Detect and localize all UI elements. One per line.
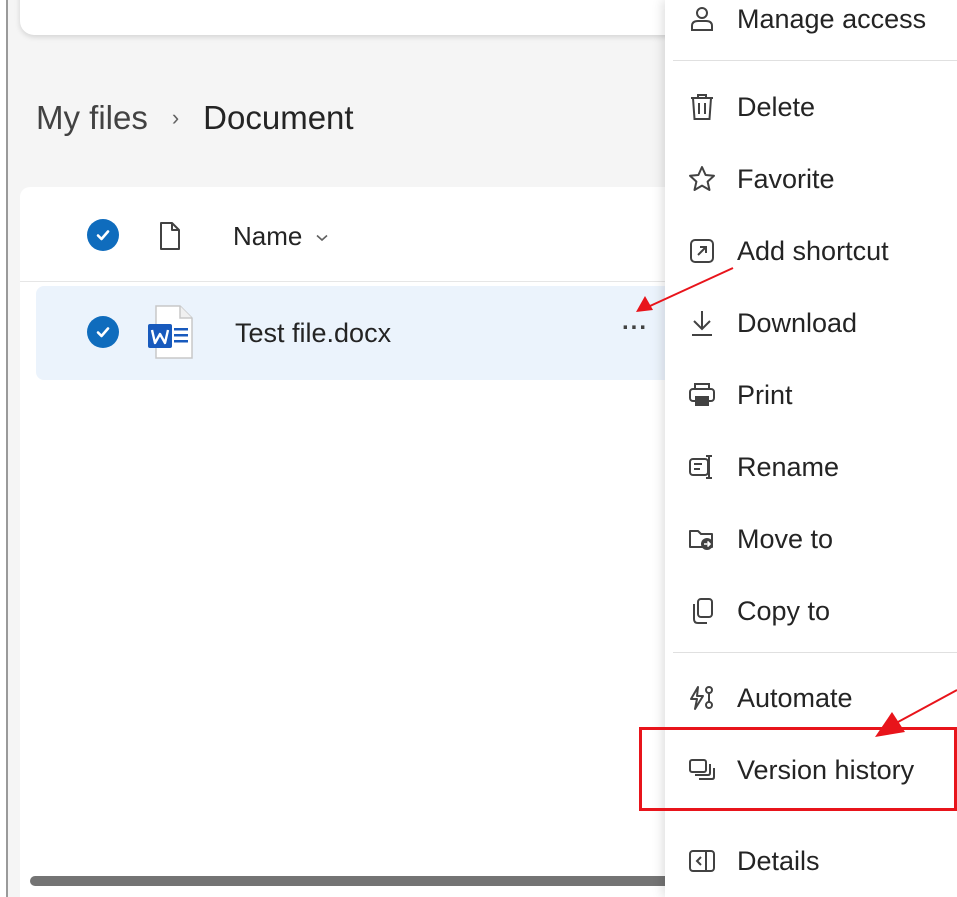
more-actions-button[interactable]: ... xyxy=(622,308,648,336)
word-document-icon xyxy=(148,304,194,365)
menu-label-favorite: Favorite xyxy=(737,163,835,194)
breadcrumb-my-files[interactable]: My files xyxy=(36,96,148,140)
menu-item-details[interactable]: Details xyxy=(665,830,957,892)
menu-label-delete: Delete xyxy=(737,91,816,122)
name-column-header[interactable]: Name xyxy=(233,221,328,252)
menu-label-manage-access: Manage access xyxy=(737,3,927,34)
menu-item-print[interactable]: Print xyxy=(665,364,957,426)
menu-item-favorite[interactable]: Favorite xyxy=(665,148,957,210)
menu-label-details: Details xyxy=(737,845,820,876)
horizontal-scrollbar[interactable] xyxy=(30,876,680,886)
print-icon xyxy=(687,380,717,410)
select-all-checkbox[interactable] xyxy=(87,219,119,251)
menu-label-automate: Automate xyxy=(737,682,853,713)
menu-label-rename: Rename xyxy=(737,451,840,482)
menu-item-add-shortcut[interactable]: Add shortcut xyxy=(665,220,957,282)
command-bar xyxy=(20,0,720,35)
menu-item-move-to[interactable]: Move to xyxy=(665,508,957,570)
file-list: Name Test file.docx ... xyxy=(20,187,740,897)
menu-item-rename[interactable]: Rename xyxy=(665,436,957,498)
file-row-test-file[interactable]: Test file.docx ... xyxy=(36,286,736,380)
checkmark-icon xyxy=(96,230,110,241)
menu-divider xyxy=(673,652,957,653)
breadcrumb-document: Document xyxy=(203,99,354,136)
copy-icon xyxy=(687,596,717,626)
file-name[interactable]: Test file.docx xyxy=(235,318,391,349)
download-icon xyxy=(687,308,717,338)
manage-access-icon xyxy=(687,4,717,34)
checkmark-icon xyxy=(96,327,110,338)
menu-item-automate[interactable]: Automate xyxy=(665,667,957,729)
automate-icon xyxy=(687,683,717,713)
menu-label-print: Print xyxy=(737,379,793,410)
trash-icon xyxy=(687,92,717,122)
file-list-header: Name xyxy=(20,187,740,282)
breadcrumb: My files › Document xyxy=(36,96,354,140)
menu-label-download: Download xyxy=(737,307,858,338)
annotation-highlight-box xyxy=(639,727,957,811)
menu-label-copy-to: Copy to xyxy=(737,595,831,626)
menu-item-delete[interactable]: Delete xyxy=(665,76,957,138)
name-column-label: Name xyxy=(233,221,303,251)
star-icon xyxy=(687,164,717,194)
menu-item-download[interactable]: Download xyxy=(665,292,957,354)
menu-label-add-shortcut: Add shortcut xyxy=(737,235,889,266)
rename-icon xyxy=(687,452,717,482)
move-to-icon xyxy=(687,524,717,554)
shortcut-icon xyxy=(687,236,717,266)
menu-item-manage-access[interactable]: Manage access xyxy=(665,0,957,50)
menu-label-move-to: Move to xyxy=(737,523,834,554)
menu-divider xyxy=(673,60,957,61)
row-checkbox[interactable] xyxy=(87,316,119,348)
document-icon xyxy=(158,221,182,256)
chevron-down-icon xyxy=(316,229,328,245)
details-icon xyxy=(687,846,717,876)
breadcrumb-separator: › xyxy=(171,105,180,130)
menu-item-copy-to[interactable]: Copy to xyxy=(665,580,957,642)
